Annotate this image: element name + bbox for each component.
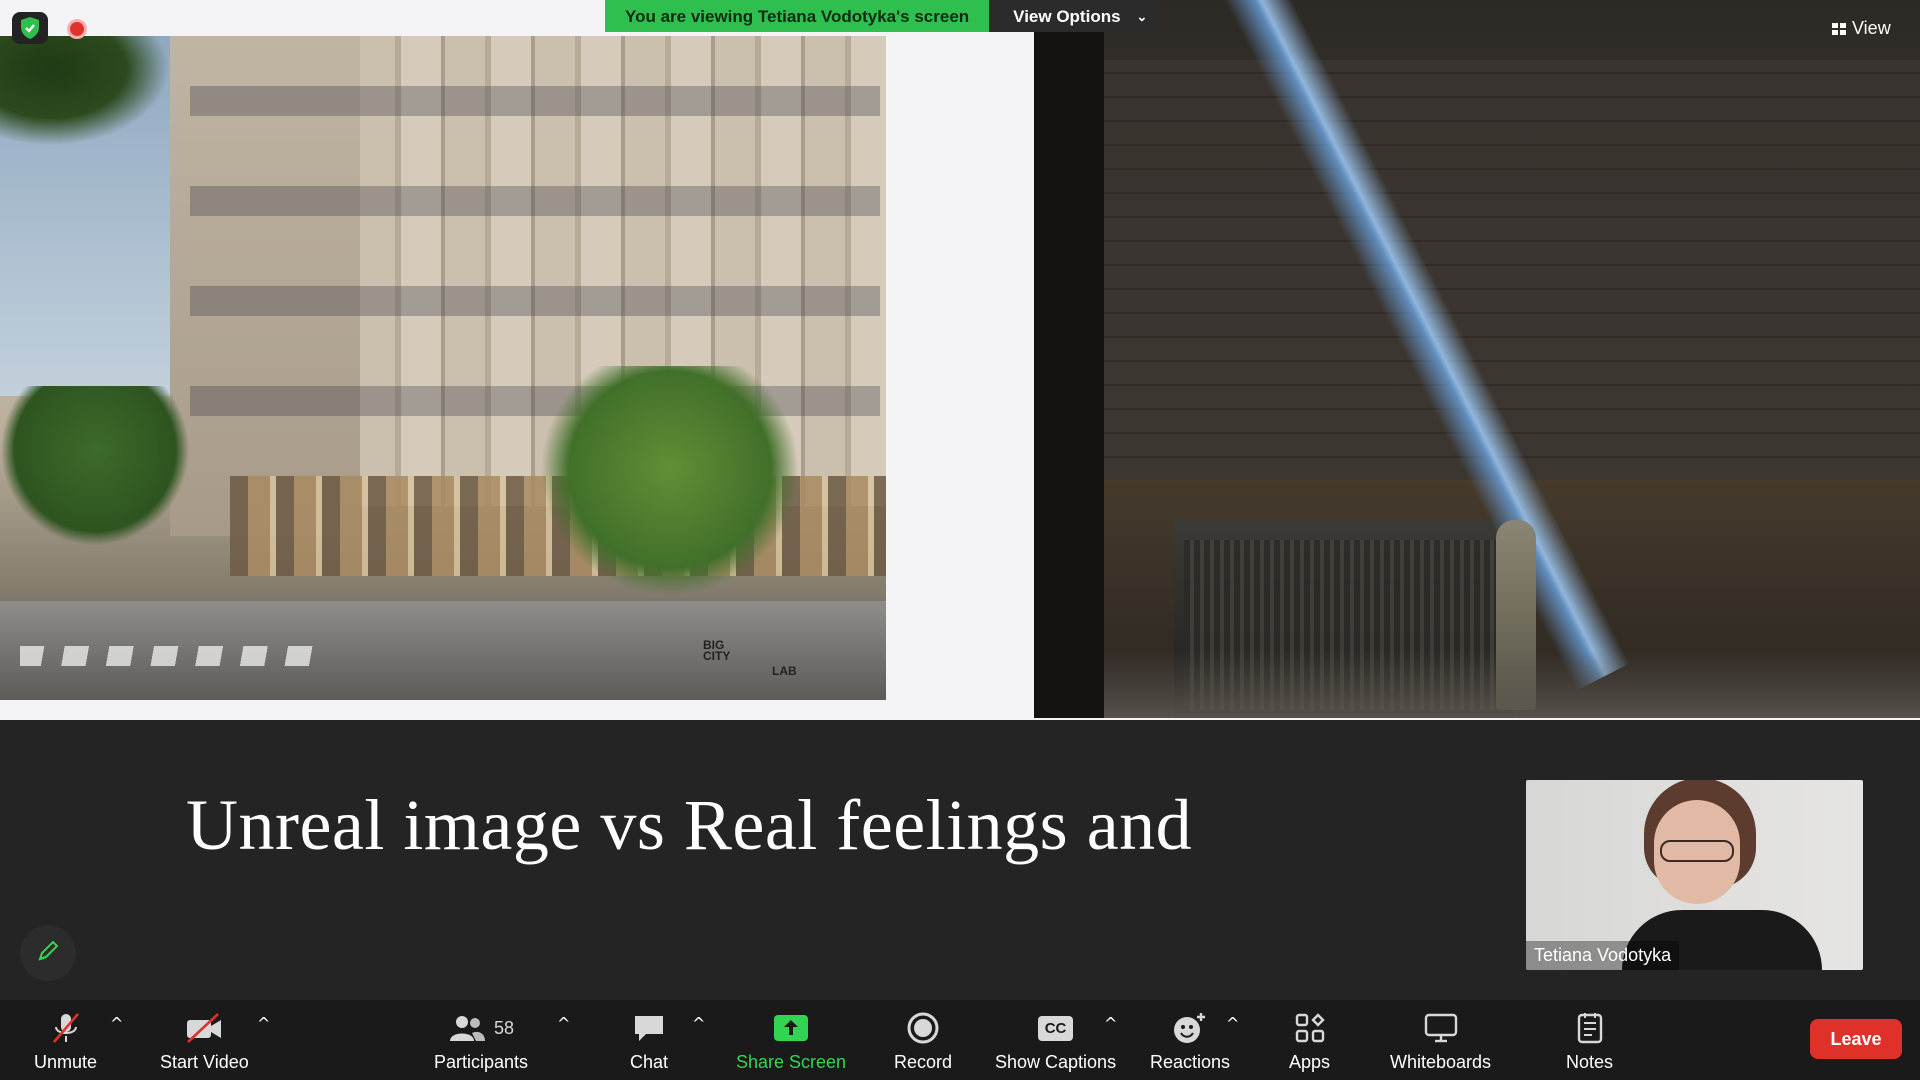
- show-captions-button[interactable]: CC Show Captions: [995, 1010, 1116, 1073]
- participants-icon-group: 58: [448, 1010, 514, 1046]
- industrial-photo-image: [1034, 0, 1920, 718]
- start-video-label: Start Video: [160, 1052, 249, 1072]
- unmute-button[interactable]: Unmute: [34, 1010, 97, 1073]
- notes-icon: [1575, 1010, 1605, 1046]
- chat-bubble-icon: [632, 1010, 666, 1046]
- chat-button[interactable]: Chat: [630, 1010, 668, 1073]
- whiteboards-button[interactable]: Whiteboards: [1390, 1010, 1491, 1073]
- view-options-button[interactable]: View Options ⌄: [989, 0, 1162, 32]
- record-button[interactable]: Record: [894, 1010, 952, 1073]
- smiley-plus-icon: [1172, 1010, 1208, 1046]
- chevron-down-icon: ⌄: [1136, 9, 1148, 24]
- participants-icon: [450, 1016, 485, 1041]
- reactions-options-caret[interactable]: ^: [1226, 1014, 1239, 1033]
- unmute-label: Unmute: [34, 1052, 98, 1072]
- image-watermark: BIG CITY: [703, 638, 731, 663]
- apps-label: Apps: [1289, 1052, 1331, 1072]
- participants-label: Participants: [434, 1052, 529, 1072]
- view-label: View: [1852, 18, 1891, 38]
- whiteboards-label: Whiteboards: [1390, 1052, 1492, 1072]
- whiteboard-icon: [1423, 1010, 1459, 1046]
- chat-label: Chat: [630, 1052, 669, 1072]
- cc-badge: CC: [1037, 1015, 1074, 1041]
- record-label: Record: [894, 1052, 953, 1072]
- show-captions-label: Show Captions: [995, 1052, 1117, 1072]
- start-video-button[interactable]: Start Video: [160, 1010, 249, 1073]
- share-screen-label: Share Screen: [736, 1052, 847, 1072]
- annotate-pen-button[interactable]: [20, 925, 76, 981]
- participant-name: Tetiana Vodotyka: [1526, 941, 1680, 970]
- self-video-tile[interactable]: Tetiana Vodotyka: [1526, 780, 1863, 970]
- slide-title: Unreal image vs Real feelings and: [186, 785, 1193, 865]
- city-render-image: BIG CITY LAB: [0, 36, 886, 700]
- recording-dot-icon[interactable]: [67, 19, 87, 39]
- pen-icon: [35, 938, 61, 969]
- participants-button[interactable]: 58 Participants: [434, 1010, 528, 1073]
- share-screen-icon: [772, 1010, 810, 1046]
- meeting-window: BIG CITY LAB Unreal image vs Real feelin…: [0, 0, 1920, 1080]
- reactions-button[interactable]: Reactions: [1150, 1010, 1230, 1073]
- viewing-screen-label: You are viewing Tetiana Vodotyka's scree…: [605, 0, 990, 32]
- microphone-muted-icon: [49, 1010, 83, 1046]
- leave-button[interactable]: Leave: [1810, 1019, 1902, 1059]
- video-off-icon: [184, 1010, 224, 1046]
- grid-icon: [1832, 22, 1846, 35]
- shield-check-icon[interactable]: [12, 12, 48, 44]
- view-options-label: View Options: [1013, 7, 1121, 26]
- notes-label: Notes: [1566, 1052, 1614, 1072]
- reactions-label: Reactions: [1150, 1052, 1231, 1072]
- meeting-toolbar: Unmute ^ Start Video ^ 58 Participants ^…: [0, 1000, 1920, 1080]
- closed-captions-icon: CC: [1037, 1010, 1074, 1046]
- image-watermark-lab: LAB: [772, 664, 797, 678]
- share-screen-button[interactable]: Share Screen: [736, 1010, 846, 1073]
- screen-share-banner: You are viewing Tetiana Vodotyka's scree…: [605, 0, 1162, 32]
- chat-options-caret[interactable]: ^: [692, 1014, 705, 1033]
- participants-options-caret[interactable]: ^: [557, 1014, 570, 1033]
- video-options-caret[interactable]: ^: [257, 1014, 270, 1033]
- apps-icon: [1293, 1010, 1327, 1046]
- notes-button[interactable]: Notes: [1566, 1010, 1613, 1073]
- view-button[interactable]: View: [1832, 18, 1891, 39]
- participants-count: 58: [494, 1017, 515, 1038]
- record-icon: [906, 1010, 940, 1046]
- audio-options-caret[interactable]: ^: [110, 1014, 123, 1033]
- apps-button[interactable]: Apps: [1289, 1010, 1330, 1073]
- captions-options-caret[interactable]: ^: [1104, 1014, 1117, 1033]
